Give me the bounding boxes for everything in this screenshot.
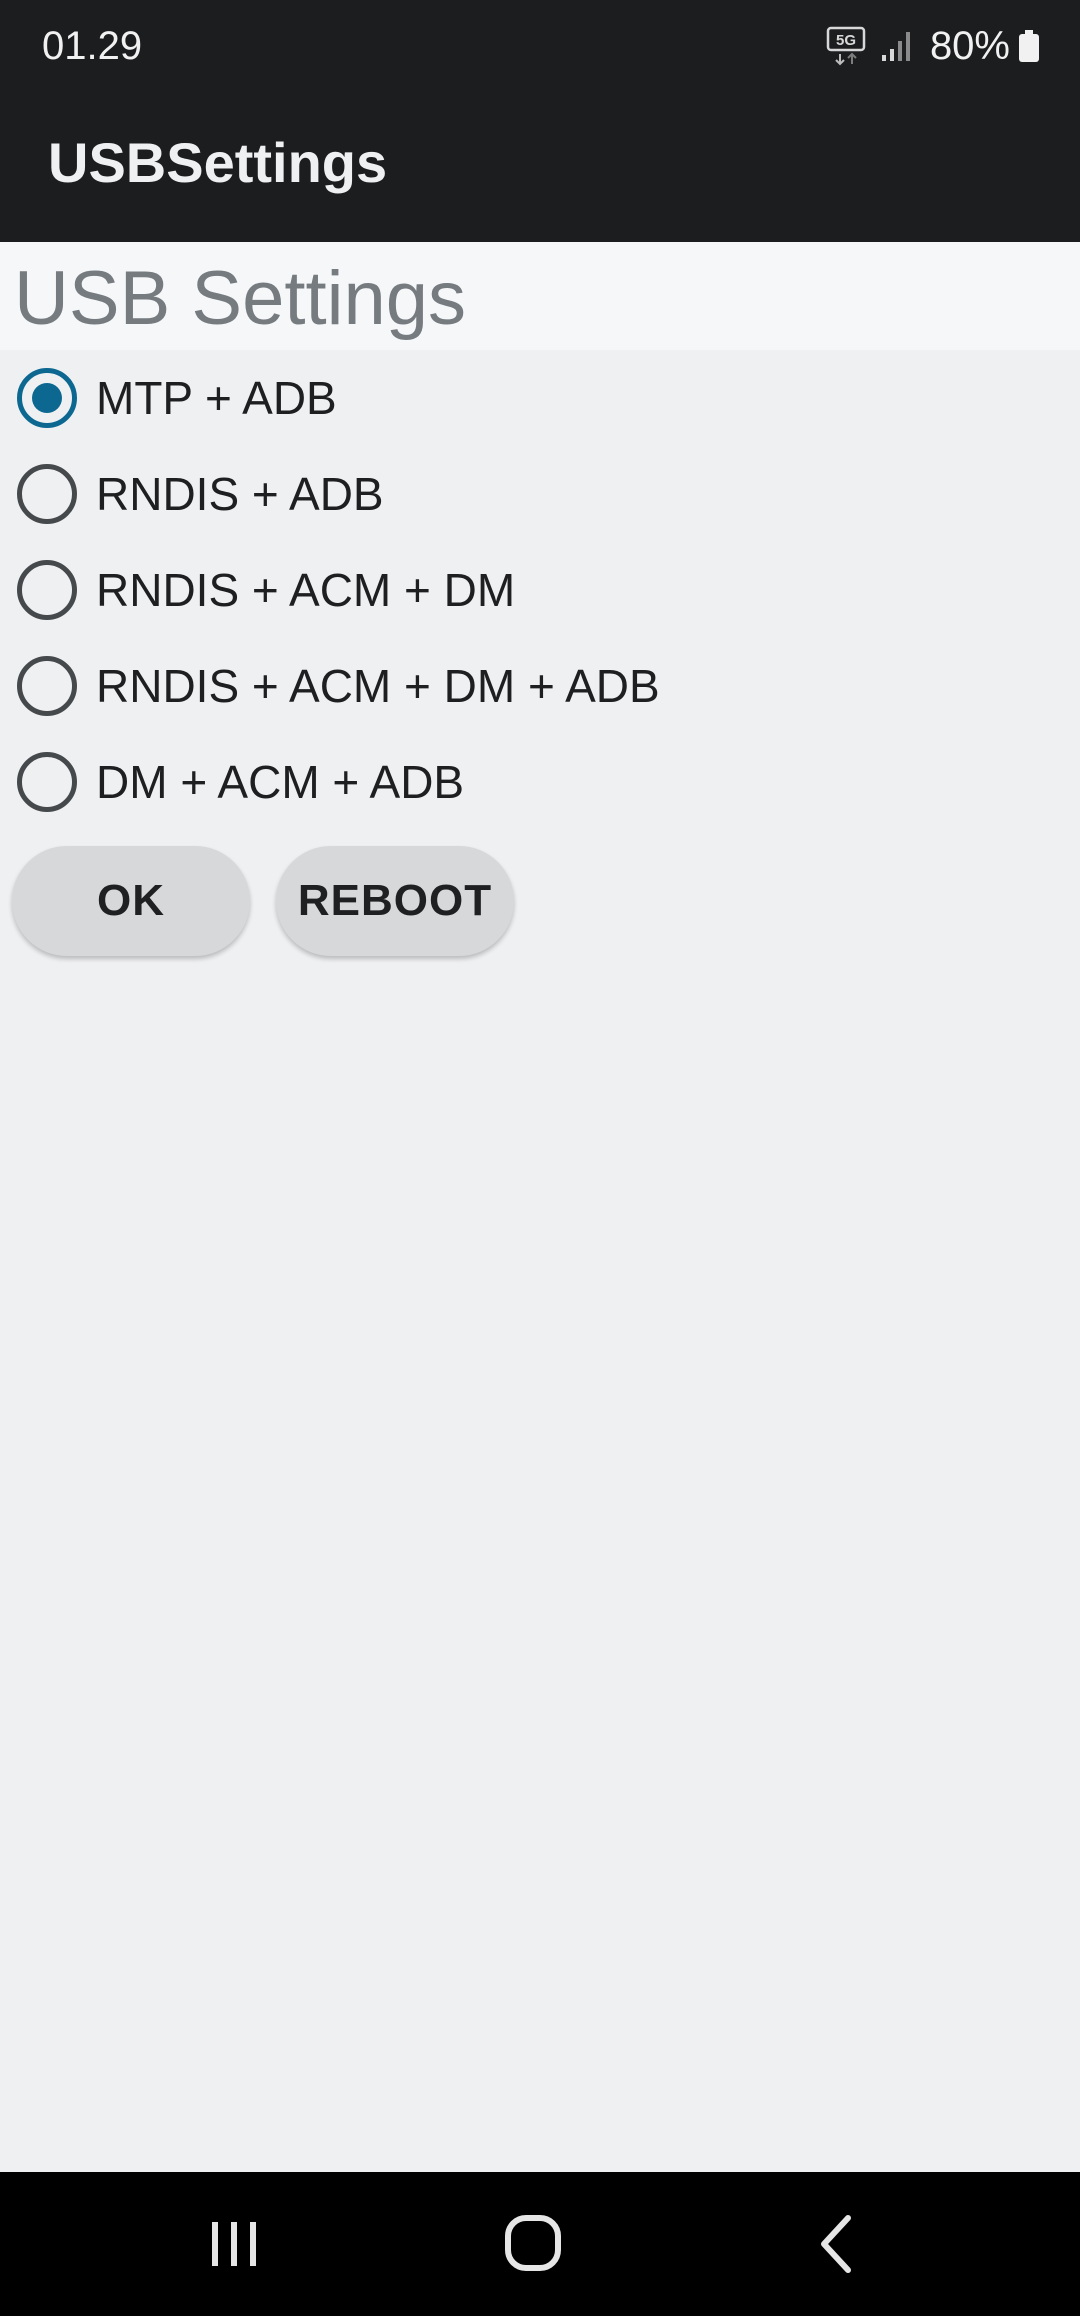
radio-button-checked[interactable] <box>17 368 77 428</box>
radio-option-dm-acm-adb[interactable]: DM + ACM + ADB <box>0 734 1080 830</box>
app-bar: USBSettings <box>0 92 1080 242</box>
radio-option-mtp-adb[interactable]: MTP + ADB <box>0 350 1080 446</box>
radio-option-rndis-acm-dm[interactable]: RNDIS + ACM + DM <box>0 542 1080 638</box>
radio-label: DM + ACM + ADB <box>96 756 465 808</box>
status-time: 01.29 <box>42 24 143 68</box>
5g-icon: 5G <box>826 26 866 66</box>
navigation-bar <box>0 2172 1080 2316</box>
page-title: USB Settings <box>14 256 466 341</box>
radio-option-rndis-acm-dm-adb[interactable]: RNDIS + ACM + DM + ADB <box>0 638 1080 734</box>
app-title: USBSettings <box>48 131 388 194</box>
svg-text:5G: 5G <box>836 32 856 49</box>
battery-icon <box>1019 30 1039 62</box>
reboot-button[interactable]: REBOOT <box>276 846 514 956</box>
page-header: USB Settings <box>0 242 1080 350</box>
home-icon[interactable] <box>494 2208 574 2280</box>
ok-button[interactable]: OK <box>12 846 250 956</box>
radio-button[interactable] <box>17 656 77 716</box>
back-icon[interactable] <box>798 2208 878 2280</box>
radio-label: RNDIS + ADB <box>96 468 384 520</box>
radio-button[interactable] <box>17 752 77 812</box>
recents-icon[interactable] <box>194 2208 274 2280</box>
radio-button[interactable] <box>17 464 77 524</box>
signal-icon <box>881 32 910 61</box>
status-icons: 5G 80% <box>826 20 1040 72</box>
radio-option-rndis-adb[interactable]: RNDIS + ADB <box>0 446 1080 542</box>
radio-label: RNDIS + ACM + DM + ADB <box>96 660 660 712</box>
battery-percent: 80% <box>929 24 1010 68</box>
status-bar: 01.29 5G 80% <box>0 0 1080 92</box>
usb-mode-radio-group: MTP + ADB RNDIS + ADB RNDIS + ACM + DM R… <box>0 350 1080 830</box>
radio-button[interactable] <box>17 560 77 620</box>
radio-label: RNDIS + ACM + DM <box>96 564 516 616</box>
radio-label: MTP + ADB <box>96 372 337 424</box>
